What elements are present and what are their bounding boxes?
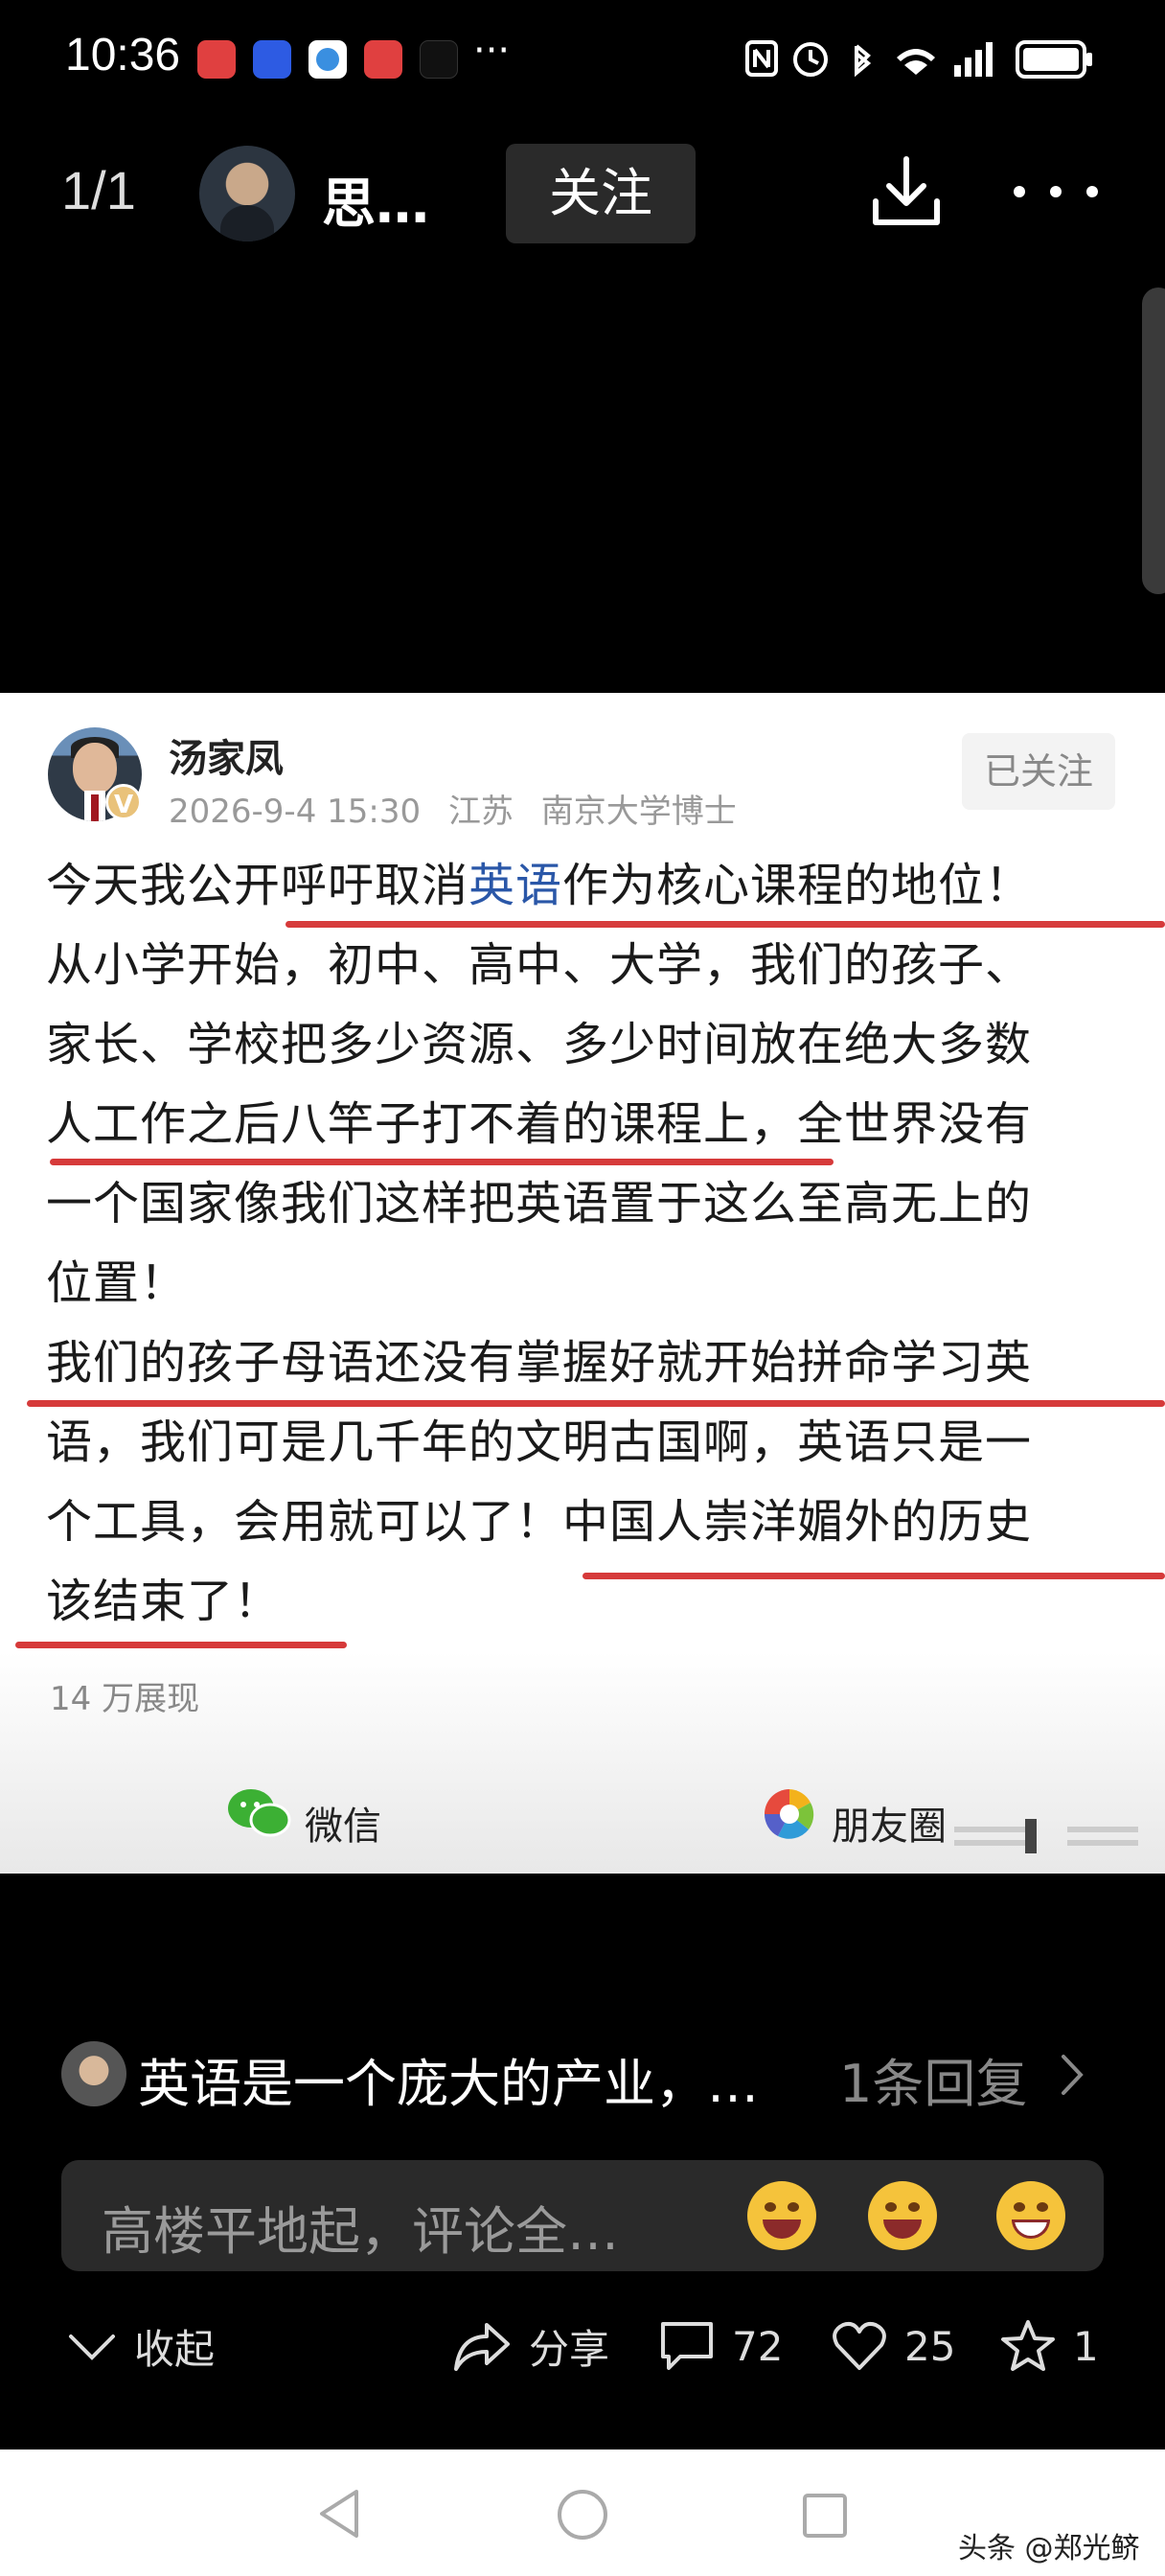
recent-apps-icon[interactable] <box>801 2492 849 2540</box>
post-line: 语，我们可是几千年的文明古国啊，英语只是一 <box>46 1415 1033 1469</box>
system-status-icons <box>745 40 1092 79</box>
share-moments-label: 朋友圈 <box>832 1805 947 1849</box>
red-underline <box>582 1573 1165 1579</box>
post-meta: 2026-9-4 15:30 江苏 南京大学博士 <box>169 785 754 832</box>
followed-button: 已关注 <box>962 733 1115 810</box>
comment-input[interactable]: 高楼平地起，评论全… <box>61 2160 1104 2271</box>
favorite-button[interactable]: 1 <box>1000 2314 1099 2378</box>
download-icon[interactable] <box>868 153 945 230</box>
more-notifications-icon: ··· <box>473 29 511 73</box>
favorite-count: 1 <box>1073 2322 1099 2370</box>
post-line: 一个国家像我们这样把英语置于这么至高无上的 <box>46 1177 1033 1230</box>
share-wechat-label: 微信 <box>305 1805 381 1849</box>
share-button[interactable]: 分享 <box>452 2314 609 2378</box>
comment-placeholder: 高楼平地起，评论全… <box>102 2201 619 2262</box>
post-line: 我们的孩子母语还没有掌握好就开始拼命学习英 <box>46 1336 1033 1390</box>
post-line: 人工作之后八竿子打不着的课程上，全世界没有 <box>46 1097 1033 1151</box>
reply-count-link[interactable]: 1条回复 <box>839 2041 1027 2117</box>
red-underline <box>50 1159 834 1165</box>
party-emoji-icon[interactable] <box>747 2181 816 2250</box>
page-counter: 1/1 <box>61 160 136 220</box>
laughing-emoji-icon[interactable] <box>868 2181 937 2250</box>
watermark: 头条 @郑光鲚 <box>958 2532 1140 2565</box>
post-body: 今天我公开呼吁取消英语作为核心课程的地位！ 从小学开始，初中、高中、大学，我们的… <box>46 846 1129 1642</box>
star-icon <box>1001 2320 1055 2371</box>
tiktok-icon <box>420 40 458 79</box>
post-author-title: 南京大学博士 <box>540 793 737 831</box>
view-count: 14 万展现 <box>50 1680 200 1718</box>
huawei-app-icon <box>364 40 402 79</box>
home-icon[interactable] <box>556 2488 609 2542</box>
post-author-name: 汤家凤 <box>169 737 284 781</box>
chevron-right-icon[interactable] <box>1058 2051 1086 2099</box>
red-underline <box>27 1400 1165 1407</box>
bulb-app-icon <box>253 40 291 79</box>
back-icon[interactable] <box>316 2488 362 2540</box>
verified-badge-icon: V <box>105 784 142 820</box>
collapse-label: 收起 <box>134 2325 216 2373</box>
post-location: 江苏 <box>447 793 514 831</box>
comment-text[interactable]: 英语是一个庞大的产业，… <box>138 2041 759 2117</box>
post-screenshot[interactable]: V 汤家凤 2026-9-4 15:30 江苏 南京大学博士 已关注 今天我公开… <box>0 693 1165 1874</box>
post-line: 今天我公开呼吁取消英语作为核心课程的地位！ <box>46 859 1033 912</box>
author-name[interactable]: 思… <box>322 161 429 239</box>
more-options-icon[interactable] <box>1008 172 1104 211</box>
grinning-emoji-icon[interactable] <box>996 2181 1065 2250</box>
highlight-english: 英语 <box>468 859 563 912</box>
side-drawer-handle[interactable] <box>1142 288 1165 594</box>
follow-button[interactable]: 关注 <box>506 144 696 243</box>
red-underline <box>15 1642 347 1648</box>
post-line: 个工具，会用就可以了！中国人崇洋媚外的历史 <box>46 1495 1033 1549</box>
post-line: 位置！ <box>46 1256 188 1310</box>
wechat-icon <box>228 1789 291 1837</box>
clock: 10:36 <box>65 30 181 80</box>
like-button[interactable]: 25 <box>832 2314 955 2378</box>
like-count: 25 <box>904 2322 956 2370</box>
comment-icon <box>661 2322 713 2370</box>
heart-icon <box>833 2321 886 2370</box>
comments-button[interactable]: 72 <box>659 2314 783 2378</box>
comment-count: 72 <box>732 2322 784 2370</box>
status-bar: 10:36 ··· <box>0 0 1165 115</box>
moments-icon <box>765 1789 814 1839</box>
strip-icon <box>954 1819 1138 1853</box>
post-line: 家长、学校把多少资源、多少时间放在绝大多数 <box>46 1018 1033 1071</box>
author-avatar[interactable] <box>199 146 295 242</box>
share-icon <box>454 2323 510 2371</box>
share-label: 分享 <box>529 2325 610 2373</box>
post-date: 2026-9-4 15:30 <box>169 793 422 831</box>
red-underline <box>286 921 1165 928</box>
browser-app-icon <box>308 40 347 79</box>
collapse-button[interactable]: 收起 <box>67 2314 215 2378</box>
chevron-down-icon <box>69 2334 115 2360</box>
post-line: 从小学开始，初中、高中、大学，我们的孩子、 <box>46 938 1033 992</box>
commenter-avatar[interactable] <box>61 2041 126 2106</box>
huawei-store-icon <box>197 40 236 79</box>
